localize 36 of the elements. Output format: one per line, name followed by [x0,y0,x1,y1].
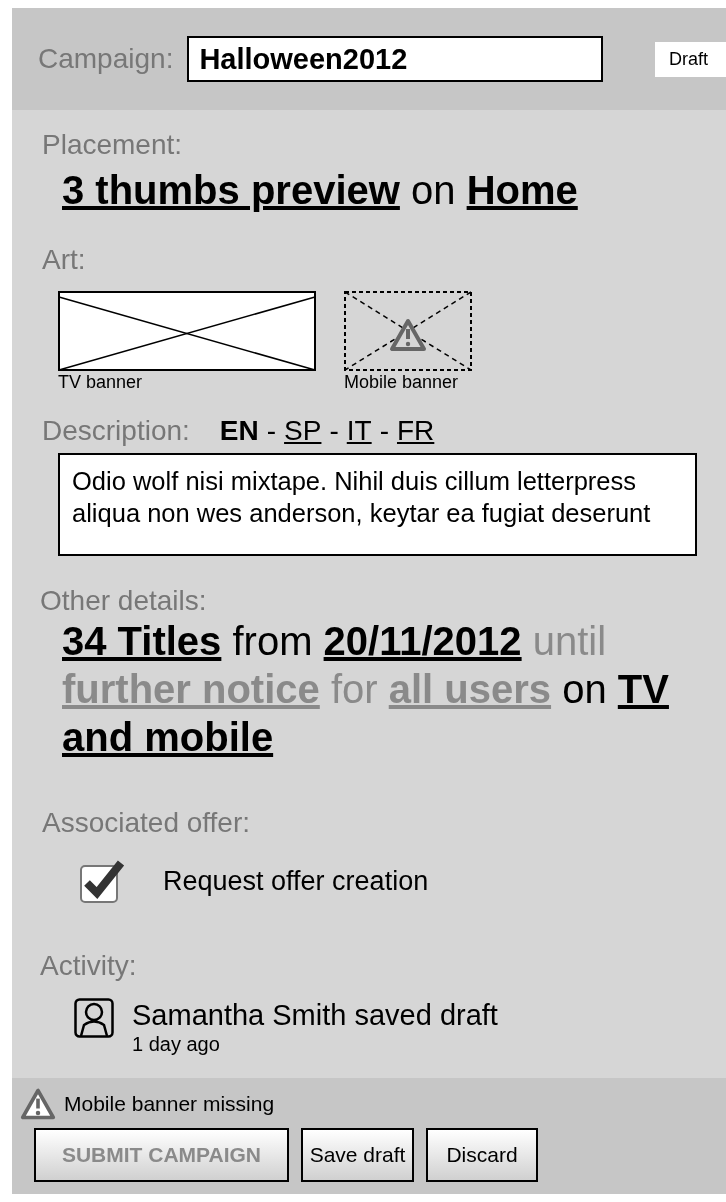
language-tab[interactable]: IT [346,415,372,447]
activity-text: Samantha Smith saved draft [132,998,498,1032]
action-button[interactable]: Save draft [301,1128,414,1182]
campaign-name-field[interactable]: Halloween2012 [187,36,604,82]
section-label: Other details: [40,585,208,617]
image-caption: TV banner [58,372,144,392]
checkbox-label: Request offer creation [163,865,429,897]
separator-text: - [329,415,339,447]
action-button[interactable]: Discard [426,1128,538,1182]
section-label: Activity: [40,950,138,982]
details-sentence: 34 Titles from 20/11/2012 until further notice for all users on TV and mobile [62,618,670,761]
warning-icon [20,1086,56,1122]
sentence-link[interactable]: 20/11/2012 [323,619,522,663]
warning-text: Mobile banner missing [64,1092,275,1116]
user-avatar-icon [74,998,114,1038]
language-tab[interactable]: EN [219,415,259,447]
section-label: Associated offer: [42,807,252,839]
language-tab[interactable]: SP [284,415,322,447]
checkbox[interactable] [79,859,127,903]
campaign-label: Campaign: [38,43,174,75]
separator-text: - [266,415,277,447]
section-label: Placement: [42,129,184,161]
sentence-link[interactable]: TV [617,667,669,711]
section-label: Art: [42,244,87,276]
sentence-link[interactable]: 3 thumbs preview [62,168,400,212]
language-tab[interactable]: FR [397,415,435,447]
placement-sentence: 3 thumbs preview on Home [62,167,579,214]
activity-time: 1 day ago [132,1032,221,1056]
status-badge: Draft [655,41,726,77]
sentence-link[interactable]: Home [466,168,578,212]
section-label: Description: [42,415,190,447]
separator-text: - [379,415,389,447]
sentence-link[interactable]: and mobile [62,715,274,759]
image-caption: Mobile banner [344,372,460,392]
sentence-link[interactable]: 34 Titles [62,619,222,663]
description-field[interactable]: Odio wolf nisi mixtape. Nihil duis cillum letterpress aliqua non wes anderson, keytar ea fugiat deserunt [58,453,697,556]
